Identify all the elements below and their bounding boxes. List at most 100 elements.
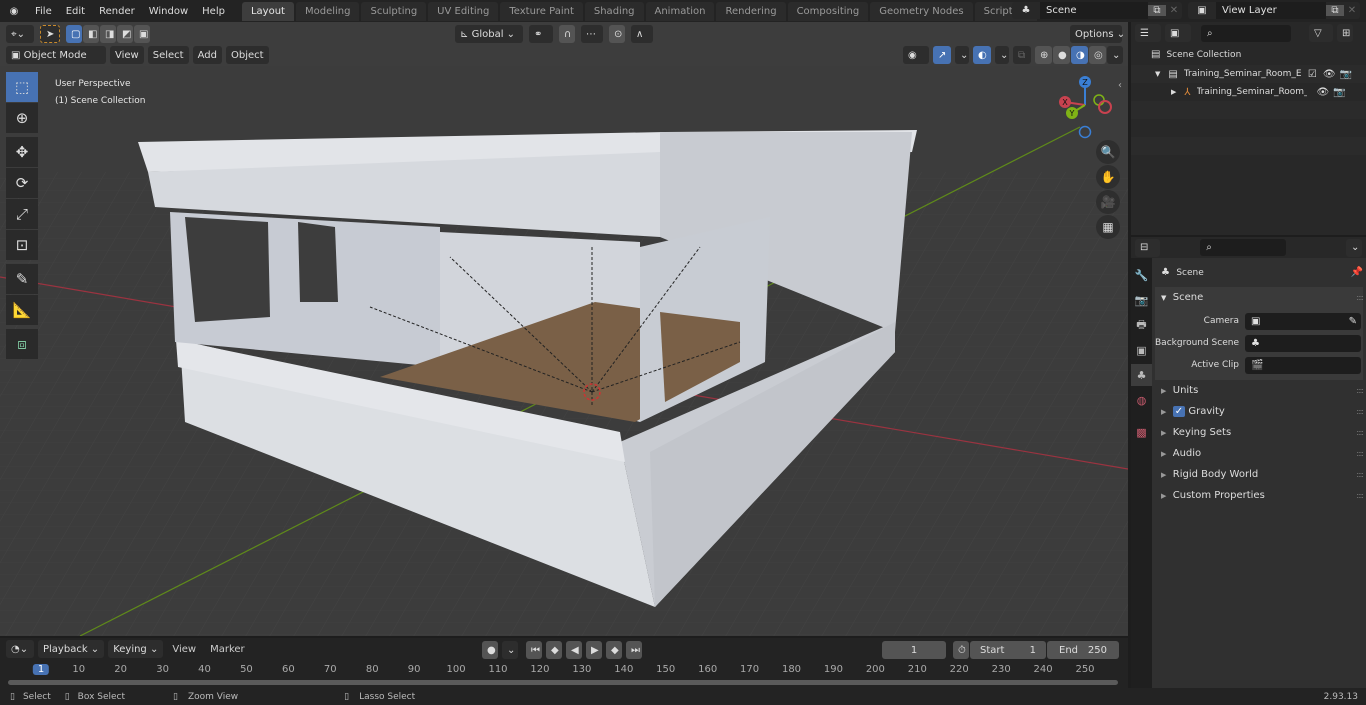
select-box-tool[interactable]: ⬚ bbox=[6, 72, 38, 102]
visibility-dropdown[interactable]: ◉ bbox=[903, 46, 929, 64]
workspace-tab-sculpting[interactable]: Sculpting bbox=[361, 2, 427, 21]
expand-arrow-icon[interactable]: ▶ bbox=[1171, 88, 1176, 96]
menu-help[interactable]: Help bbox=[195, 6, 232, 17]
falloff-dropdown[interactable]: ∧ bbox=[631, 25, 653, 43]
timeline-editor-type-button[interactable]: ◔ ⌄ bbox=[6, 640, 34, 658]
overlays-toggle[interactable]: ◐ bbox=[973, 46, 991, 64]
exclude-checkbox[interactable]: ☑ bbox=[1308, 69, 1317, 80]
drag-handle-icon[interactable]: :::: bbox=[1356, 386, 1364, 395]
properties-search-input[interactable]: ⌕ bbox=[1200, 239, 1286, 256]
eyedropper-icon[interactable]: ✎ bbox=[1349, 313, 1357, 330]
rotate-tool[interactable]: ⟳ bbox=[6, 168, 38, 198]
menu-render[interactable]: Render bbox=[92, 6, 142, 17]
scale-tool[interactable]: ⤢ bbox=[6, 199, 38, 229]
workspace-tab-rendering[interactable]: Rendering bbox=[716, 2, 786, 21]
view-layer-name-field[interactable]: View Layer bbox=[1216, 2, 1326, 19]
render-camera-icon[interactable]: 📷 bbox=[1333, 87, 1345, 98]
next-keyframe-button[interactable]: ◆ bbox=[606, 641, 622, 659]
workspace-tab-shading[interactable]: Shading bbox=[584, 2, 644, 21]
drag-handle-icon[interactable]: :::: bbox=[1356, 470, 1364, 479]
mode-extend-button[interactable]: ◧ bbox=[83, 25, 99, 43]
sidebar-toggle-icon[interactable]: ‹ bbox=[1118, 80, 1122, 91]
subpanel-gravity[interactable]: ▶ ✓ Gravity:::: bbox=[1155, 401, 1364, 422]
outliner-row-object[interactable]: ▶ ⅄ Training_Seminar_Room_ 👁 📷 bbox=[1131, 83, 1366, 101]
drag-handle-icon[interactable]: :::: bbox=[1356, 407, 1364, 416]
tab-world[interactable]: ◍ bbox=[1131, 389, 1152, 411]
editor-type-button[interactable]: ⌖ ⌄ bbox=[6, 25, 34, 43]
snap-target-dropdown[interactable]: ⋯ bbox=[581, 25, 603, 43]
drag-handle-icon[interactable]: :::: bbox=[1356, 491, 1364, 500]
timeline-menu-view[interactable]: View bbox=[167, 644, 201, 655]
pivot-point-dropdown[interactable]: ⚭ bbox=[529, 25, 553, 43]
play-reverse-button[interactable]: ◀ bbox=[566, 641, 582, 659]
cursor-tool[interactable]: ⊕ bbox=[6, 103, 38, 133]
viewport-menu-add[interactable]: Add bbox=[192, 46, 222, 64]
outliner-row-collection[interactable]: ▼ ▤ Training_Seminar_Room_Emp ☑ 👁 📷 bbox=[1131, 65, 1366, 83]
scene-selector[interactable]: ♣ Scene ⧉ ✕ bbox=[1012, 2, 1182, 19]
frame-ruler[interactable]: 1 10 20 30 40 50 60 70 80 90 100 110 120 130 140 150 160… bbox=[0, 662, 1128, 678]
active-clip-field[interactable]: 🎬 bbox=[1245, 356, 1361, 374]
navigation-gizmo[interactable]: Z X Y bbox=[1055, 72, 1125, 140]
preview-range-toggle[interactable]: ⏱ bbox=[953, 641, 969, 659]
workspace-tab-compositing[interactable]: Compositing bbox=[787, 2, 869, 21]
mode-set-button[interactable]: ▢ bbox=[66, 25, 82, 43]
scene-panel-header[interactable]: ▼ Scene :::: bbox=[1155, 287, 1364, 308]
camera-view-button[interactable]: 🎥 bbox=[1096, 190, 1120, 214]
filter-dropdown[interactable]: ▽ bbox=[1309, 24, 1333, 42]
rendered-shading-button[interactable]: ◎ bbox=[1089, 46, 1106, 64]
tab-render[interactable]: 📷 bbox=[1131, 289, 1152, 311]
mode-intersect-button[interactable]: ▣ bbox=[134, 25, 150, 43]
properties-editor-type-button[interactable]: ⊟ bbox=[1135, 238, 1161, 257]
mode-invert-button[interactable]: ◩ bbox=[117, 25, 133, 43]
gravity-checkbox[interactable]: ✓ bbox=[1172, 406, 1186, 417]
transform-tool[interactable]: ⊡ bbox=[6, 230, 38, 260]
3d-viewport[interactable] bbox=[0, 22, 1128, 636]
select-tool-button[interactable]: ➤ bbox=[40, 25, 60, 43]
material-shading-button[interactable]: ◑ bbox=[1071, 46, 1088, 64]
wireframe-shading-button[interactable]: ⊕ bbox=[1035, 46, 1052, 64]
duplicate-scene-icon[interactable]: ⧉ bbox=[1148, 5, 1166, 16]
zoom-view-button[interactable]: 🔍 bbox=[1096, 140, 1120, 164]
move-tool[interactable]: ✥ bbox=[6, 137, 38, 167]
drag-handle-icon[interactable]: :::: bbox=[1356, 428, 1364, 437]
viewport-menu-object[interactable]: Object bbox=[225, 46, 269, 64]
render-camera-icon[interactable]: 📷 bbox=[1340, 69, 1352, 80]
xray-toggle[interactable]: ⧉ bbox=[1013, 46, 1031, 64]
tab-tool[interactable]: 🔧 bbox=[1131, 264, 1152, 286]
workspace-tab-modeling[interactable]: Modeling bbox=[295, 2, 360, 21]
menu-edit[interactable]: Edit bbox=[59, 6, 92, 17]
keying-dropdown[interactable]: ⌄ bbox=[502, 641, 518, 659]
drag-handle-icon[interactable]: :::: bbox=[1356, 449, 1364, 458]
delete-scene-icon[interactable]: ✕ bbox=[1166, 5, 1182, 16]
menu-window[interactable]: Window bbox=[142, 6, 195, 17]
current-frame-field[interactable]: 1 bbox=[882, 641, 946, 659]
end-frame-field[interactable]: End 250 bbox=[1047, 641, 1119, 659]
background-scene-field[interactable]: ♣ bbox=[1245, 334, 1361, 352]
jump-start-button[interactable]: ⏮ bbox=[526, 641, 542, 659]
menu-file[interactable]: File bbox=[28, 6, 59, 17]
solid-shading-button[interactable]: ● bbox=[1053, 46, 1070, 64]
timeline-menu-keying[interactable]: Keying ⌄ bbox=[108, 640, 164, 658]
play-button[interactable]: ▶ bbox=[586, 641, 602, 659]
properties-options-dropdown[interactable]: ⌄ bbox=[1346, 238, 1362, 257]
tab-output[interactable]: 🖶 bbox=[1131, 314, 1152, 336]
playhead-frame[interactable]: 1 bbox=[32, 664, 50, 675]
subpanel-keying-sets[interactable]: ▶ Keying Sets:::: bbox=[1155, 422, 1364, 443]
snap-toggle[interactable]: ∩ bbox=[559, 25, 575, 43]
gizmo-toggle[interactable]: ↗ bbox=[933, 46, 951, 64]
tab-texture[interactable]: ▩ bbox=[1131, 421, 1152, 443]
timeline-scrollbar[interactable] bbox=[8, 680, 1118, 685]
expand-arrow-icon[interactable]: ▼ bbox=[1155, 70, 1160, 78]
viewport-menu-view[interactable]: View bbox=[110, 46, 144, 64]
tab-view-layer[interactable]: ▣ bbox=[1131, 339, 1152, 361]
camera-field[interactable]: ▣ ✎ bbox=[1245, 312, 1361, 330]
prev-keyframe-button[interactable]: ◆ bbox=[546, 641, 562, 659]
overlays-dropdown[interactable]: ⌄ bbox=[995, 46, 1009, 64]
workspace-tab-layout[interactable]: Layout bbox=[241, 2, 294, 21]
new-collection-button[interactable]: ⊞ bbox=[1337, 24, 1353, 42]
view-layer-selector[interactable]: ▣ View Layer ⧉ ✕ bbox=[1188, 2, 1360, 19]
gizmo-dropdown[interactable]: ⌄ bbox=[955, 46, 969, 64]
auto-keying-toggle[interactable]: ● bbox=[482, 641, 498, 659]
outliner-editor-type-button[interactable]: ☰ bbox=[1135, 24, 1161, 42]
jump-end-button[interactable]: ⏭ bbox=[626, 641, 642, 659]
